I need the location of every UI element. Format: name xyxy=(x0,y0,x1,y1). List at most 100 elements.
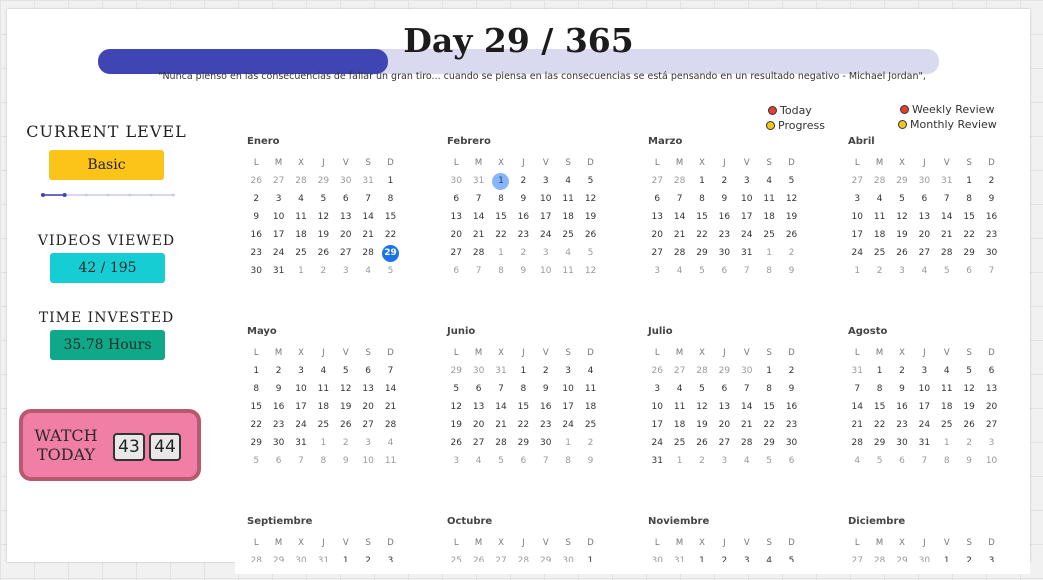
calendar-day[interactable]: 4 xyxy=(312,362,334,380)
calendar-day[interactable]: 8 xyxy=(490,190,512,208)
calendar-day[interactable]: 8 xyxy=(758,262,780,280)
calendar-day[interactable]: 27 xyxy=(467,434,489,452)
calendar-day[interactable]: 1 xyxy=(579,552,601,562)
calendar-day[interactable]: 20 xyxy=(335,226,357,244)
calendar-day[interactable]: 2 xyxy=(891,362,913,380)
calendar-day[interactable]: 28 xyxy=(846,434,868,452)
calendar-day[interactable]: 26 xyxy=(467,552,489,562)
calendar-day[interactable]: 26 xyxy=(245,172,267,190)
calendar-day[interactable]: 21 xyxy=(846,416,868,434)
calendar-day[interactable]: 11 xyxy=(936,380,958,398)
calendar-day[interactable]: 2 xyxy=(335,434,357,452)
calendar-day[interactable]: 7 xyxy=(379,362,401,380)
calendar-day[interactable]: 20 xyxy=(467,416,489,434)
calendar-day[interactable]: 27 xyxy=(490,552,512,562)
calendar-day[interactable]: 30 xyxy=(535,434,557,452)
calendar-day[interactable]: 8 xyxy=(512,380,534,398)
calendar-day[interactable]: 28 xyxy=(379,416,401,434)
calendar-day[interactable]: 27 xyxy=(846,552,868,562)
calendar-day[interactable]: 22 xyxy=(379,226,401,244)
calendar-day[interactable]: 1 xyxy=(758,244,780,262)
calendar-day[interactable]: 24 xyxy=(736,226,758,244)
calendar-day[interactable]: 4 xyxy=(579,362,601,380)
calendar-day[interactable]: 15 xyxy=(691,208,713,226)
calendar-day[interactable]: 10 xyxy=(980,452,1002,470)
calendar-day[interactable]: 5 xyxy=(758,452,780,470)
calendar-day[interactable]: 29 xyxy=(535,552,557,562)
calendar-day[interactable]: 9 xyxy=(780,262,802,280)
calendar-day[interactable]: 4 xyxy=(913,262,935,280)
calendar-day[interactable]: 24 xyxy=(290,416,312,434)
calendar-day[interactable]: 1 xyxy=(958,172,980,190)
calendar-day[interactable]: 3 xyxy=(335,262,357,280)
calendar-day[interactable]: 8 xyxy=(557,452,579,470)
calendar-day[interactable]: 9 xyxy=(579,452,601,470)
calendar-day[interactable]: 29 xyxy=(445,362,467,380)
calendar-day[interactable]: 1 xyxy=(557,434,579,452)
calendar-day[interactable]: 11 xyxy=(312,380,334,398)
calendar-day[interactable]: 5 xyxy=(312,190,334,208)
calendar-day[interactable]: 10 xyxy=(535,190,557,208)
calendar-day[interactable]: 6 xyxy=(357,362,379,380)
calendar-day[interactable]: 6 xyxy=(958,262,980,280)
calendar-day[interactable]: 12 xyxy=(312,208,334,226)
calendar-day[interactable]: 23 xyxy=(980,226,1002,244)
calendar-day[interactable]: 7 xyxy=(290,452,312,470)
calendar-day[interactable]: 1 xyxy=(335,552,357,562)
calendar-day[interactable]: 4 xyxy=(357,262,379,280)
calendar-day[interactable]: 18 xyxy=(290,226,312,244)
calendar-day[interactable]: 5 xyxy=(579,172,601,190)
calendar-day[interactable]: 17 xyxy=(736,208,758,226)
calendar-day[interactable]: 2 xyxy=(267,362,289,380)
calendar-day[interactable]: 7 xyxy=(980,262,1002,280)
calendar-day[interactable]: 13 xyxy=(467,398,489,416)
calendar-day[interactable]: 1 xyxy=(490,244,512,262)
calendar-day[interactable]: 7 xyxy=(535,452,557,470)
calendar-day[interactable]: 27 xyxy=(335,244,357,262)
calendar-day[interactable]: 29 xyxy=(758,434,780,452)
calendar-day[interactable]: 11 xyxy=(557,190,579,208)
calendar-day[interactable]: 8 xyxy=(958,190,980,208)
calendar-day[interactable]: 6 xyxy=(445,190,467,208)
calendar-day[interactable]: 30 xyxy=(267,434,289,452)
calendar-day[interactable]: 16 xyxy=(267,398,289,416)
calendar-day[interactable]: 2 xyxy=(958,434,980,452)
calendar-day[interactable]: 9 xyxy=(245,208,267,226)
calendar-day[interactable]: 10 xyxy=(267,208,289,226)
calendar-day[interactable]: 1 xyxy=(312,434,334,452)
calendar-day[interactable]: 30 xyxy=(913,172,935,190)
calendar-day[interactable]: 17 xyxy=(535,208,557,226)
calendar-day[interactable]: 14 xyxy=(846,398,868,416)
calendar-day[interactable]: 9 xyxy=(980,190,1002,208)
calendar-day[interactable]: 6 xyxy=(335,190,357,208)
calendar-day[interactable]: 14 xyxy=(936,208,958,226)
calendar-day[interactable]: 14 xyxy=(467,208,489,226)
calendar-day[interactable]: 21 xyxy=(490,416,512,434)
calendar-day[interactable]: 4 xyxy=(736,452,758,470)
calendar-day[interactable]: 30 xyxy=(335,172,357,190)
calendar-day[interactable]: 29 xyxy=(868,434,890,452)
calendar-day[interactable]: 11 xyxy=(668,398,690,416)
calendar-day[interactable]: 4 xyxy=(290,190,312,208)
calendar-day[interactable]: 6 xyxy=(980,362,1002,380)
calendar-day[interactable]: 26 xyxy=(579,226,601,244)
calendar-day[interactable]: 21 xyxy=(467,226,489,244)
calendar-day[interactable]: 8 xyxy=(312,452,334,470)
calendar-day[interactable]: 24 xyxy=(557,416,579,434)
calendar-day[interactable]: 15 xyxy=(758,398,780,416)
calendar-day[interactable]: 5 xyxy=(780,552,802,562)
calendar-day[interactable]: 16 xyxy=(512,208,534,226)
calendar-day[interactable]: 8 xyxy=(379,190,401,208)
calendar-day[interactable]: 3 xyxy=(980,434,1002,452)
calendar-day[interactable]: 23 xyxy=(780,416,802,434)
calendar-day[interactable]: 28 xyxy=(490,434,512,452)
calendar-day[interactable]: 25 xyxy=(290,244,312,262)
calendar-day[interactable]: 7 xyxy=(736,262,758,280)
calendar-day[interactable]: 21 xyxy=(379,398,401,416)
calendar-day[interactable]: 3 xyxy=(980,552,1002,562)
calendar-day[interactable]: 18 xyxy=(312,398,334,416)
calendar-day[interactable]: 5 xyxy=(245,452,267,470)
calendar-day[interactable]: 15 xyxy=(245,398,267,416)
calendar-day[interactable]: 4 xyxy=(668,262,690,280)
calendar-day[interactable]: 27 xyxy=(357,416,379,434)
